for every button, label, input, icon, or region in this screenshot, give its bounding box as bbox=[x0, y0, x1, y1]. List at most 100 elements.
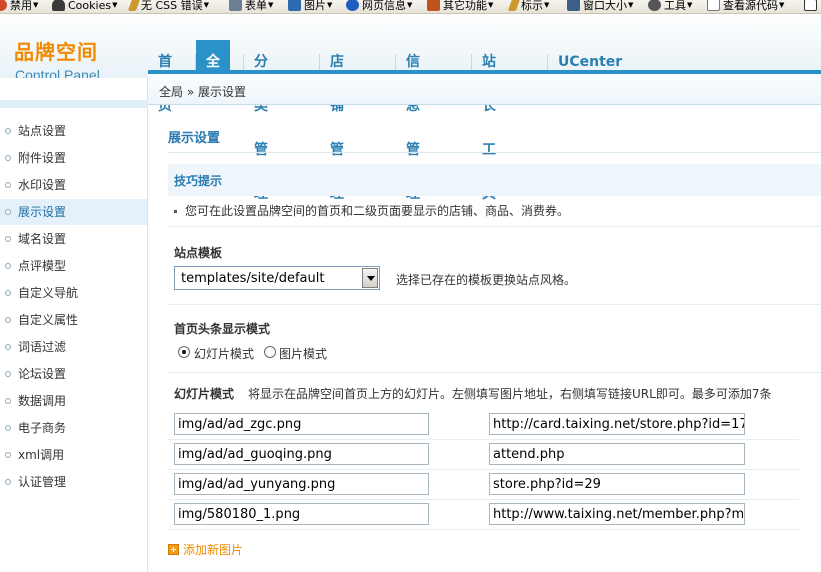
divider bbox=[168, 469, 799, 470]
sidebar-item-custom-nav[interactable]: 自定义导航 bbox=[0, 280, 147, 306]
bullet-icon bbox=[5, 236, 11, 242]
slideshow-description: 将显示在品牌空间首页上方的幻灯片。左侧填写图片地址，右侧填写链接URL即可。最多… bbox=[248, 387, 772, 401]
bullet-icon bbox=[5, 317, 11, 323]
toolbar-item-info[interactable]: 网页信息 ▼ bbox=[346, 0, 412, 13]
slide-url-input[interactable]: http://card.taixing.net/store.php?id=17 bbox=[489, 413, 745, 435]
person-icon bbox=[52, 0, 65, 11]
sidebar-item-custom-attributes[interactable]: 自定义属性 bbox=[0, 307, 147, 333]
divider bbox=[168, 372, 821, 373]
chevron-down-icon: ▼ bbox=[268, 1, 274, 9]
slide-image-input[interactable]: img/580180_1.png bbox=[174, 503, 429, 525]
document-icon bbox=[707, 0, 720, 11]
pencil-icon bbox=[127, 0, 141, 11]
disable-icon bbox=[0, 0, 7, 11]
template-label: 站点模板 bbox=[174, 246, 223, 260]
tips-title: 技巧提示 bbox=[174, 174, 223, 188]
bullet-icon bbox=[5, 209, 11, 215]
sidebar-item-site-settings[interactable]: 站点设置 bbox=[0, 118, 147, 144]
template-hint: 选择已存在的模板更换站点风格。 bbox=[396, 273, 577, 287]
marker-icon bbox=[507, 0, 521, 11]
divider bbox=[168, 499, 799, 500]
sidebar-item-ecommerce[interactable]: 电子商务 bbox=[0, 415, 147, 441]
toolbar-item-misc[interactable]: 其它功能 ▼ bbox=[427, 0, 493, 13]
chevron-down-icon[interactable] bbox=[362, 268, 378, 288]
bullet-icon bbox=[5, 155, 11, 161]
chevron-down-icon: ▼ bbox=[628, 1, 634, 9]
bullet-icon bbox=[5, 344, 11, 350]
tip-item: 您可在此设置品牌空间的首页和二级页面要显示的店铺、商品、消费券。 bbox=[174, 202, 569, 219]
app-header: 品牌空间 Control Panel 首页 全局 分类管理 店铺管理 信息管理 … bbox=[0, 14, 821, 202]
chevron-down-icon: ▼ bbox=[488, 1, 494, 9]
sidebar-item-domain-settings[interactable]: 域名设置 bbox=[0, 226, 147, 252]
slide-image-input[interactable]: img/ad/ad_yunyang.png bbox=[174, 473, 429, 495]
radio-image[interactable] bbox=[264, 346, 276, 358]
add-image-link[interactable]: 添加新图片 bbox=[168, 541, 243, 558]
bullet-icon bbox=[5, 371, 11, 377]
toolbar-item-css[interactable]: 无 CSS 错误 ▼ bbox=[127, 0, 210, 13]
bullet-icon bbox=[5, 290, 11, 296]
page-title: 展示设置 bbox=[168, 131, 221, 146]
divider bbox=[168, 439, 799, 440]
plus-icon bbox=[168, 544, 179, 555]
bullet-icon bbox=[174, 210, 177, 213]
chevron-down-icon: ▼ bbox=[327, 1, 333, 9]
divider bbox=[168, 304, 821, 305]
toolbar-item-tools[interactable]: 工具 ▼ bbox=[648, 0, 692, 13]
window-icon bbox=[804, 0, 817, 11]
chevron-down-icon: ▼ bbox=[687, 1, 693, 9]
headline-mode-label: 首页头条显示模式 bbox=[174, 322, 271, 336]
chevron-down-icon: ▼ bbox=[33, 1, 39, 9]
breadcrumb-bar: 全局 » 展示设置 bbox=[148, 74, 821, 105]
template-select[interactable]: templates/site/default bbox=[174, 266, 380, 290]
sidebar-item-attachment-settings[interactable]: 附件设置 bbox=[0, 145, 147, 171]
browser-toolbar: 禁用 ▼ Cookies ▼ 无 CSS 错误 ▼ 表单 ▼ 图片 ▼ 网页信息 ▼ 其它功… bbox=[0, 0, 821, 14]
sidebar-header-strip bbox=[0, 100, 148, 108]
logo-title: 品牌空间 bbox=[14, 40, 98, 64]
scissors-icon bbox=[648, 0, 661, 11]
sidebar-item-certification[interactable]: 认证管理 bbox=[0, 469, 147, 495]
slide-url-input[interactable]: attend.php bbox=[489, 443, 745, 465]
bullet-icon bbox=[5, 263, 11, 269]
toolbar-overflow[interactable] bbox=[804, 0, 820, 13]
sidebar-item-forum-settings[interactable]: 论坛设置 bbox=[0, 361, 147, 387]
bullet-icon bbox=[5, 479, 11, 485]
template-select-value: templates/site/default bbox=[181, 271, 325, 286]
toolbar-item-cookies[interactable]: Cookies ▼ bbox=[52, 0, 117, 13]
bullet-icon bbox=[5, 182, 11, 188]
radio-slideshow[interactable] bbox=[178, 346, 190, 358]
sidebar-item-display-settings[interactable]: 展示设置 bbox=[0, 199, 147, 225]
toolbox-icon bbox=[427, 0, 440, 11]
slide-url-input[interactable]: store.php?id=29 bbox=[489, 473, 745, 495]
image-icon bbox=[288, 0, 301, 11]
slide-url-input[interactable]: http://www.taixing.net/member.php?mod bbox=[489, 503, 745, 525]
sidebar-item-data-calls[interactable]: 数据调用 bbox=[0, 388, 147, 414]
toolbar-item-outline[interactable]: 标示 ▼ bbox=[507, 0, 550, 13]
toolbar-item-source[interactable]: 查看源代码 ▼ bbox=[707, 0, 784, 13]
breadcrumb: 全局 » 展示设置 bbox=[159, 85, 246, 99]
toolbar-item-resize[interactable]: 窗口大小 ▼ bbox=[567, 0, 633, 13]
sidebar-item-xml-calls[interactable]: xml调用 bbox=[0, 442, 147, 468]
chevron-down-icon: ▼ bbox=[203, 1, 210, 9]
toolbar-item-forms[interactable]: 表单 ▼ bbox=[229, 0, 273, 13]
chevron-down-icon: ▼ bbox=[112, 1, 118, 9]
window-icon bbox=[567, 0, 580, 11]
toolbar-item-disable[interactable]: 禁用 ▼ bbox=[0, 0, 38, 13]
sidebar: 站点设置 附件设置 水印设置 展示设置 域名设置 点评模型 自定义导航 自定义属… bbox=[0, 78, 148, 572]
bullet-icon bbox=[5, 452, 11, 458]
sidebar-item-watermark-settings[interactable]: 水印设置 bbox=[0, 172, 147, 198]
radio-slideshow-label[interactable]: 幻灯片模式 bbox=[194, 345, 254, 362]
sidebar-item-word-filter[interactable]: 词语过滤 bbox=[0, 334, 147, 360]
radio-image-label[interactable]: 图片模式 bbox=[279, 345, 327, 362]
toolbar-item-images[interactable]: 图片 ▼ bbox=[288, 0, 332, 13]
tips-header: 技巧提示 bbox=[168, 164, 821, 196]
sidebar-item-review-model[interactable]: 点评模型 bbox=[0, 253, 147, 279]
divider bbox=[168, 226, 821, 227]
slideshow-header: 幻灯片模式 将显示在品牌空间首页上方的幻灯片。左侧填写图片地址，右侧填写链接URL… bbox=[174, 385, 771, 402]
chevron-down-icon: ▼ bbox=[779, 1, 785, 9]
slide-image-input[interactable]: img/ad/ad_zgc.png bbox=[174, 413, 429, 435]
slide-image-input[interactable]: img/ad/ad_guoqing.png bbox=[174, 443, 429, 465]
form-icon bbox=[229, 0, 242, 11]
divider bbox=[168, 152, 821, 153]
chevron-down-icon: ▼ bbox=[544, 1, 550, 9]
info-icon bbox=[346, 0, 359, 11]
